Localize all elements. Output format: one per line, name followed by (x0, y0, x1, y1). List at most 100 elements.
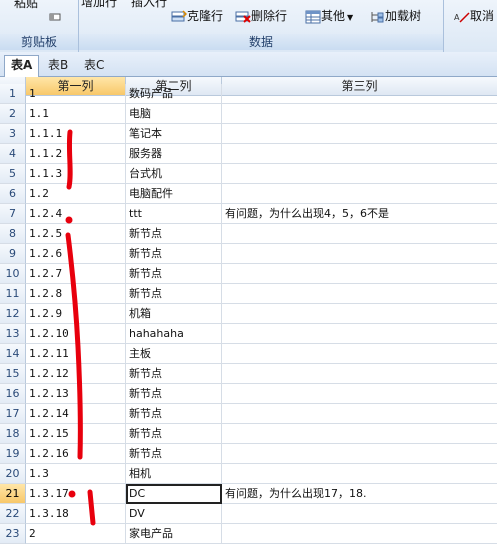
cell-column-3[interactable] (222, 224, 497, 244)
cell-column-3[interactable] (222, 184, 497, 204)
cell-column-2[interactable]: ttt (126, 204, 222, 224)
row-number[interactable]: 13 (0, 324, 26, 344)
row-number[interactable]: 9 (0, 244, 26, 264)
other-dropdown-button[interactable]: 其他 ▼ (305, 8, 353, 26)
cell-column-3[interactable] (222, 404, 497, 424)
cell-column-1[interactable]: 1.3 (26, 464, 126, 484)
cell-column-3[interactable] (222, 164, 497, 184)
cell-column-1[interactable]: 2 (26, 524, 126, 544)
cell-column-2[interactable]: 服务器 (126, 144, 222, 164)
row-number[interactable]: 20 (0, 464, 26, 484)
cell-column-2[interactable]: 新节点 (126, 284, 222, 304)
cell-column-3[interactable]: 有问题，为什么出现17，18. (222, 484, 497, 504)
append-row-button[interactable]: 增加行 (81, 0, 117, 10)
cell-column-1[interactable]: 1 (26, 84, 126, 104)
cell-column-3[interactable] (222, 424, 497, 444)
cell-column-3[interactable] (222, 244, 497, 264)
row-number[interactable]: 6 (0, 184, 26, 204)
cell-column-2[interactable]: 新节点 (126, 224, 222, 244)
row-number[interactable]: 21 (0, 484, 26, 504)
cell-column-1[interactable]: 1.2.7 (26, 264, 126, 284)
row-number[interactable]: 15 (0, 364, 26, 384)
row-number[interactable]: 2 (0, 104, 26, 124)
cell-column-1[interactable]: 1.2.15 (26, 424, 126, 444)
paste-button[interactable]: 粘贴 (14, 0, 38, 11)
cell-column-2[interactable]: 家电产品 (126, 524, 222, 544)
cell-column-3[interactable] (222, 504, 497, 524)
row-number[interactable]: 22 (0, 504, 26, 524)
row-number[interactable]: 4 (0, 144, 26, 164)
cell-column-1[interactable]: 1.2.12 (26, 364, 126, 384)
tab-sheet-b[interactable]: 表B (42, 56, 74, 75)
cell-column-3[interactable] (222, 104, 497, 124)
cell-column-1[interactable]: 1.2.4 (26, 204, 126, 224)
row-number[interactable]: 14 (0, 344, 26, 364)
row-number[interactable]: 3 (0, 124, 26, 144)
cell-column-3[interactable]: 有问题，为什么出现4，5，6不是 (222, 204, 497, 224)
cell-column-3[interactable] (222, 444, 497, 464)
cell-column-1[interactable]: 1.1.3 (26, 164, 126, 184)
cell-column-1[interactable]: 1.2.5 (26, 224, 126, 244)
row-number[interactable]: 8 (0, 224, 26, 244)
insert-row-button[interactable]: 插入行 (131, 0, 167, 10)
row-number[interactable]: 7 (0, 204, 26, 224)
cell-column-3[interactable] (222, 384, 497, 404)
row-number[interactable]: 23 (0, 524, 26, 544)
cell-column-3[interactable] (222, 464, 497, 484)
cell-column-2[interactable]: 机箱 (126, 304, 222, 324)
tab-sheet-a[interactable]: 表A (4, 55, 40, 77)
cell-column-1[interactable]: 1.2.9 (26, 304, 126, 324)
cell-column-1[interactable]: 1.3.18 (26, 504, 126, 524)
cell-column-3[interactable] (222, 524, 497, 544)
row-number[interactable]: 12 (0, 304, 26, 324)
cell-column-3[interactable] (222, 324, 497, 344)
cell-column-2[interactable]: 新节点 (126, 264, 222, 284)
cell-column-3[interactable] (222, 84, 497, 104)
cell-column-1[interactable]: 1.2.13 (26, 384, 126, 404)
cell-column-2[interactable]: 电脑 (126, 104, 222, 124)
cell-column-3[interactable] (222, 284, 497, 304)
clone-row-button[interactable]: 克隆行 (171, 8, 223, 24)
cell-column-3[interactable] (222, 304, 497, 324)
cell-column-1[interactable]: 1.2.6 (26, 244, 126, 264)
cell-column-3[interactable] (222, 364, 497, 384)
cell-column-2[interactable]: 新节点 (126, 244, 222, 264)
cell-column-1[interactable]: 1.2.11 (26, 344, 126, 364)
cell-column-2[interactable]: 数码产品 (126, 84, 222, 104)
delete-row-button[interactable]: 删除行 (235, 8, 287, 24)
cell-column-1[interactable]: 1.3.17 (26, 484, 126, 504)
cell-column-1[interactable]: 1.1.2 (26, 144, 126, 164)
cell-column-1[interactable]: 1.2.10 (26, 324, 126, 344)
cancel-button[interactable]: A 取消 (454, 8, 494, 24)
row-number[interactable]: 10 (0, 264, 26, 284)
row-number[interactable]: 17 (0, 404, 26, 424)
cell-column-1[interactable]: 1.1.1 (26, 124, 126, 144)
cell-column-1[interactable]: 1.2.8 (26, 284, 126, 304)
eraser-icon[interactable] (48, 8, 62, 24)
row-number[interactable]: 11 (0, 284, 26, 304)
cell-column-3[interactable] (222, 344, 497, 364)
cell-column-2[interactable]: DC (126, 484, 222, 504)
cell-column-2[interactable]: hahahaha (126, 324, 222, 344)
cell-column-3[interactable] (222, 124, 497, 144)
load-tree-button[interactable]: 加载树 (369, 8, 421, 24)
cell-column-2[interactable]: 新节点 (126, 404, 222, 424)
tab-sheet-c[interactable]: 表C (78, 56, 110, 75)
row-number[interactable]: 19 (0, 444, 26, 464)
cell-column-2[interactable]: 主板 (126, 344, 222, 364)
cell-column-2[interactable]: 相机 (126, 464, 222, 484)
row-number[interactable]: 18 (0, 424, 26, 444)
cell-column-2[interactable]: 新节点 (126, 444, 222, 464)
cell-column-1[interactable]: 1.1 (26, 104, 126, 124)
cell-column-2[interactable]: DV (126, 504, 222, 524)
cell-column-2[interactable]: 新节点 (126, 424, 222, 444)
cell-column-3[interactable] (222, 144, 497, 164)
cell-column-3[interactable] (222, 264, 497, 284)
row-number[interactable]: 5 (0, 164, 26, 184)
cell-column-1[interactable]: 1.2.14 (26, 404, 126, 424)
cell-column-1[interactable]: 1.2.16 (26, 444, 126, 464)
cell-column-2[interactable]: 台式机 (126, 164, 222, 184)
cell-column-2[interactable]: 笔记本 (126, 124, 222, 144)
row-number[interactable]: 1 (0, 84, 26, 104)
cell-column-2[interactable]: 电脑配件 (126, 184, 222, 204)
